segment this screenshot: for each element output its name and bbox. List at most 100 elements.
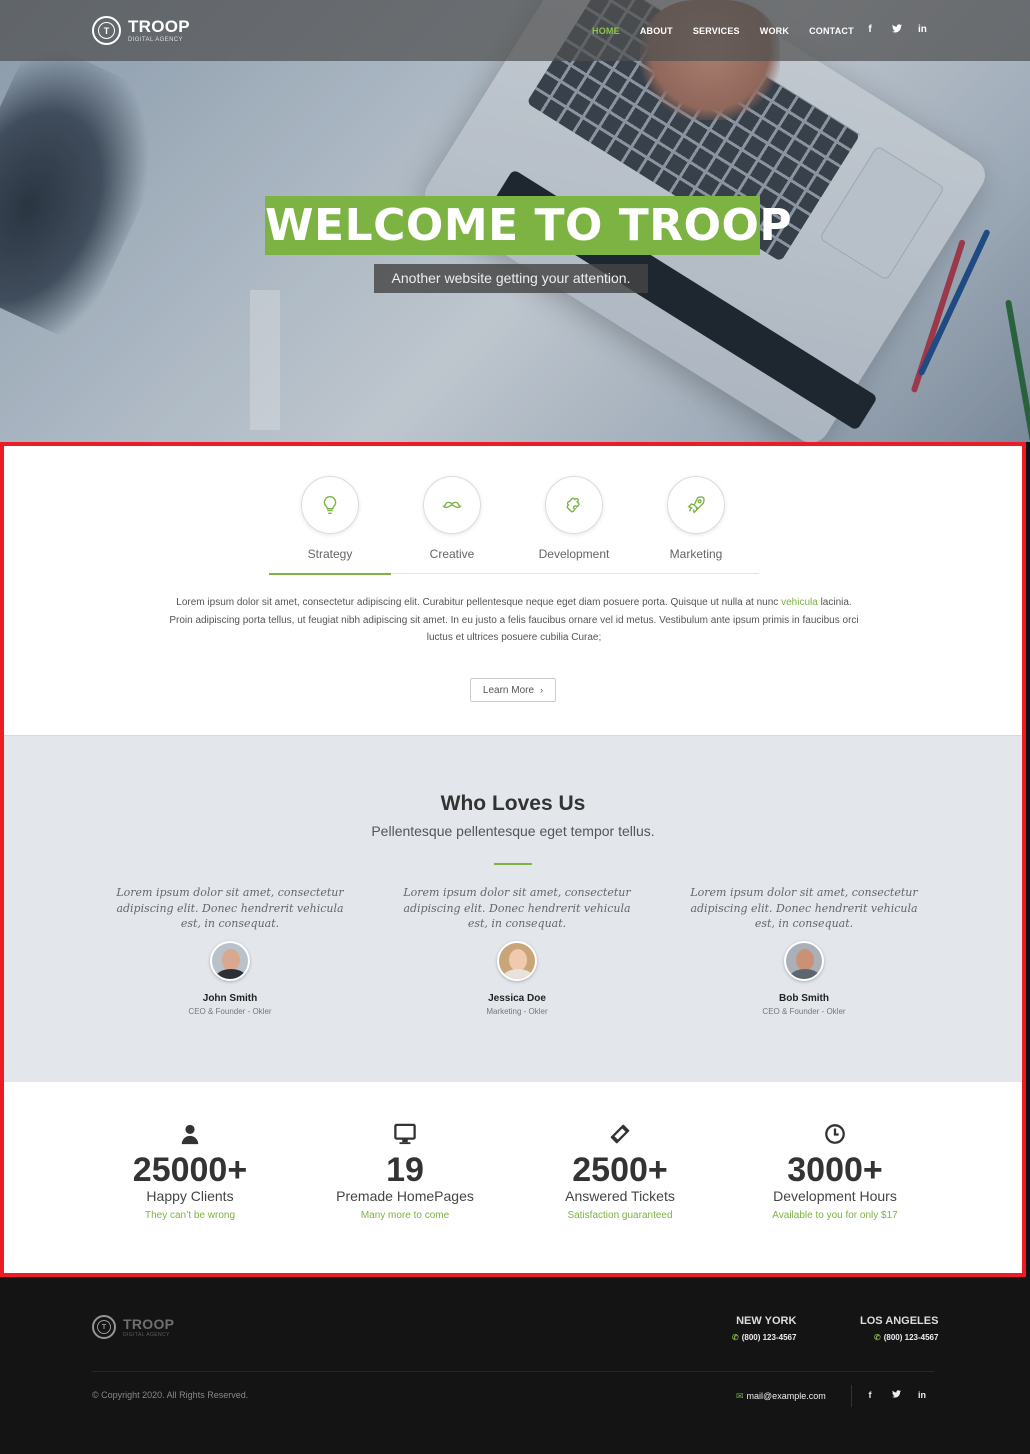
tab-label: Marketing <box>669 547 723 561</box>
office-los-angeles: LOS ANGELES ✆ (800) 123-4567 <box>860 1315 938 1342</box>
desktop-icon <box>305 1122 505 1146</box>
user-icon <box>90 1122 290 1146</box>
testimonial-card: Lorem ipsum dolor sit amet, consectetur … <box>684 885 924 1016</box>
linkedin-icon[interactable]: in <box>918 1390 926 1400</box>
stat-note: Many more to come <box>360 1210 450 1221</box>
top-navbar: T TROOP DIGITAL AGENCY HOME ABOUT SERVIC… <box>0 0 1030 61</box>
logo-tagline: DIGITAL AGENCY <box>123 1331 170 1338</box>
nav-item-contact[interactable]: CONTACT <box>809 26 854 36</box>
nav-item-home[interactable]: HOME <box>592 26 620 36</box>
clock-icon <box>735 1122 935 1146</box>
stat-value: 25000+ <box>132 1151 248 1189</box>
hero-title: WELCOME TO TROOP <box>265 196 792 255</box>
office-city: LOS ANGELES <box>860 1315 939 1327</box>
avatar <box>784 941 824 981</box>
tab-label: Creative <box>429 547 475 561</box>
header-social-links: f in <box>866 24 944 36</box>
testimonials-section: Who Loves Us Pellentesque pellentesque e… <box>4 735 1022 1082</box>
nav-item-about[interactable]: ABOUT <box>640 26 673 36</box>
avatar <box>497 941 537 981</box>
office-phone[interactable]: ✆ (800) 123-4567 <box>860 1333 938 1342</box>
office-new-york: NEW YORK ✆ (800) 123-4567 <box>732 1315 796 1342</box>
twitter-icon[interactable] <box>892 24 902 36</box>
puzzle-icon <box>545 476 603 534</box>
highlighted-content-frame: Strategy Creative Development Marketing <box>0 442 1026 1277</box>
logo-mark-icon: T <box>92 1315 116 1339</box>
testimonial-quote: Lorem ipsum dolor sit amet, consectetur … <box>403 886 631 930</box>
stat-label: Development Hours <box>773 1188 897 1204</box>
twitter-icon[interactable] <box>892 1390 901 1400</box>
logo-mark-icon: T <box>92 16 121 45</box>
tab-development[interactable]: Development <box>513 476 635 574</box>
mustache-icon <box>423 476 481 534</box>
nav-item-work[interactable]: WORK <box>760 26 789 36</box>
facebook-icon[interactable]: f <box>866 24 874 36</box>
stat-value: 19 <box>386 1151 424 1189</box>
office-phone-number: (800) 123-4567 <box>883 1333 939 1342</box>
tab-label: Development <box>538 547 610 561</box>
footer-logo[interactable]: T TROOP DIGITAL AGENCY <box>92 1315 174 1339</box>
testimonials-subtitle: Pellentesque pellentesque eget tempor te… <box>371 823 655 839</box>
copyright-text: © Copyright 2020. All Rights Reserved. <box>92 1390 249 1400</box>
learn-more-button[interactable]: Learn More › <box>470 678 556 702</box>
logo-mark-letter: T <box>98 22 115 39</box>
testimonial-card: Lorem ipsum dolor sit amet, consectetur … <box>110 885 350 1016</box>
footer-divider <box>92 1371 934 1372</box>
testimonials-title: Who Loves Us <box>440 792 586 815</box>
facebook-icon[interactable]: f <box>866 1390 874 1400</box>
main-menu: HOME ABOUT SERVICES WORK CONTACT <box>592 26 874 36</box>
feature-description: Lorem ipsum dolor sit amet, consectetur … <box>164 594 864 647</box>
testimonial-role: CEO & Founder - Okler <box>188 1007 272 1016</box>
testimonial-name: Bob Smith <box>779 993 829 1004</box>
stat-note: Satisfaction guaranteed <box>567 1210 673 1221</box>
footer-separator <box>851 1385 852 1407</box>
testimonial-card: Lorem ipsum dolor sit amet, consectetur … <box>397 885 637 1016</box>
stat-value: 2500+ <box>572 1151 668 1189</box>
stat-note: Available to you for only $17 <box>772 1210 898 1221</box>
tab-strategy[interactable]: Strategy <box>269 476 391 575</box>
avatar <box>210 941 250 981</box>
features-section: Strategy Creative Development Marketing <box>4 446 1022 735</box>
testimonial-role: Marketing - Okler <box>486 1007 548 1016</box>
stat-homepages: 19 Premade HomePages Many more to come <box>305 1122 505 1221</box>
stat-label: Premade HomePages <box>336 1188 474 1204</box>
section-divider <box>494 863 532 865</box>
tab-marketing[interactable]: Marketing <box>635 476 757 574</box>
office-phone-number: (800) 123-4567 <box>741 1333 797 1342</box>
feature-inline-link[interactable]: vehicula <box>781 597 818 608</box>
nav-item-services[interactable]: SERVICES <box>693 26 740 36</box>
site-footer: T TROOP DIGITAL AGENCY NEW YORK ✆ (800) 1… <box>0 1277 1030 1454</box>
stats-section: 25000+ Happy Clients They can’t be wrong… <box>4 1082 1022 1273</box>
stat-dev-hours: 3000+ Development Hours Available to you… <box>735 1122 935 1221</box>
tab-label: Strategy <box>307 547 353 561</box>
ticket-icon <box>520 1122 720 1146</box>
stat-label: Answered Tickets <box>565 1188 675 1204</box>
envelope-icon: ✉ <box>736 1391 744 1401</box>
footer-social-links: f in <box>866 1390 944 1400</box>
site-logo[interactable]: T TROOP DIGITAL AGENCY <box>92 16 190 45</box>
footer-email-link[interactable]: ✉ mail@example.com <box>736 1391 826 1402</box>
hero-section: T TROOP DIGITAL AGENCY HOME ABOUT SERVIC… <box>0 0 1030 442</box>
logo-name: TROOP <box>123 1315 175 1332</box>
office-phone[interactable]: ✆ (800) 123-4567 <box>732 1333 796 1342</box>
lightbulb-icon <box>301 476 359 534</box>
chevron-right-icon: › <box>540 685 544 695</box>
stat-value: 3000+ <box>787 1151 883 1189</box>
learn-more-label: Learn More <box>482 684 535 696</box>
office-city: NEW YORK <box>736 1315 797 1327</box>
stat-tickets: 2500+ Answered Tickets Satisfaction guar… <box>520 1122 720 1221</box>
phone-icon: ✆ <box>732 1333 739 1342</box>
linkedin-icon[interactable]: in <box>918 24 927 36</box>
feature-text-part: Lorem ipsum dolor sit amet, consectetur … <box>176 597 779 608</box>
rocket-icon <box>667 476 725 534</box>
testimonial-quote: Lorem ipsum dolor sit amet, consectetur … <box>116 886 344 930</box>
hero-subtitle: Another website getting your attention. <box>374 264 648 293</box>
testimonial-name: Jessica Doe <box>488 993 546 1004</box>
stat-happy-clients: 25000+ Happy Clients They can’t be wrong <box>90 1122 290 1221</box>
footer-email: mail@example.com <box>746 1391 826 1401</box>
testimonial-role: CEO & Founder - Okler <box>762 1007 846 1016</box>
phone-icon: ✆ <box>874 1333 881 1342</box>
testimonial-quote: Lorem ipsum dolor sit amet, consectetur … <box>690 886 918 930</box>
tab-creative[interactable]: Creative <box>391 476 513 574</box>
feature-tabs: Strategy Creative Development Marketing <box>269 476 759 575</box>
